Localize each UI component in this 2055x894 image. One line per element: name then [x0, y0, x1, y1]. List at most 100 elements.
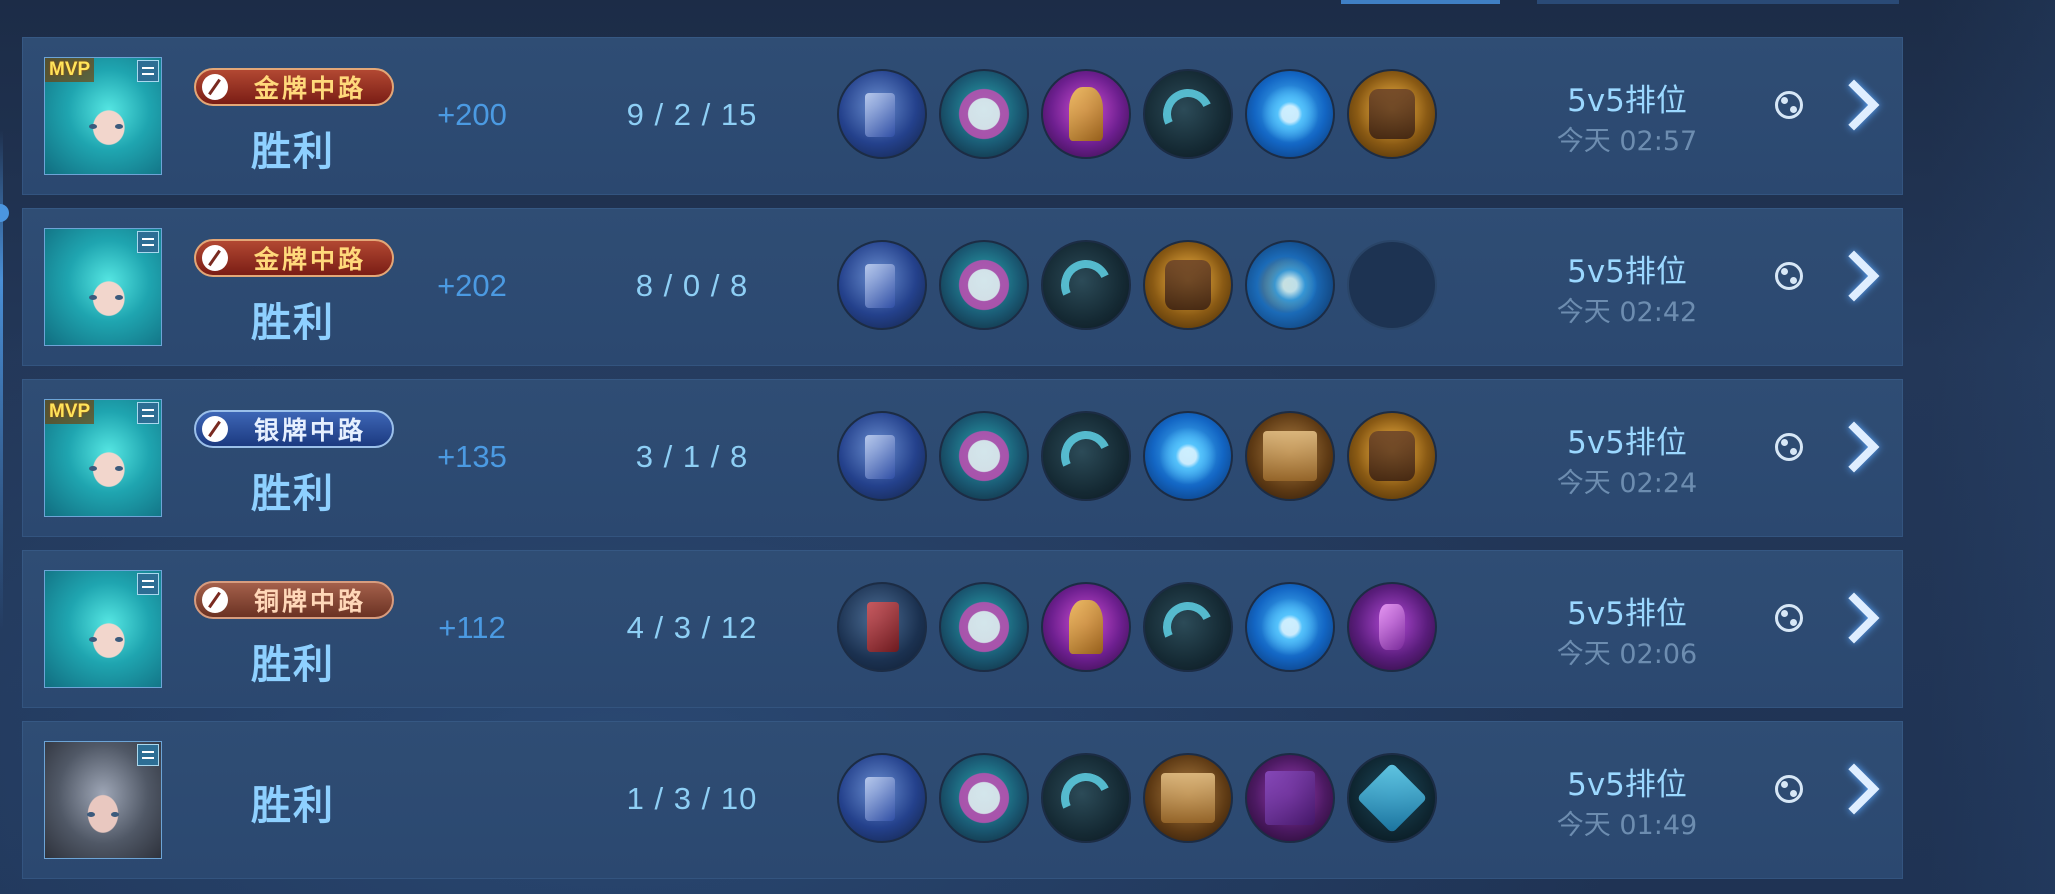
position-rank-label: 金牌中路	[253, 74, 366, 103]
avatar-eye	[115, 295, 123, 300]
avatar-eye	[87, 812, 95, 817]
replay-icon[interactable]	[1775, 775, 1803, 803]
match-row[interactable]: 金牌中路 胜利 +202 8 / 0 / 8 5v5排位 今天 02:42	[22, 208, 1903, 366]
chevron-right-icon[interactable]	[1828, 250, 1880, 302]
mvp-badge: MVP	[45, 58, 95, 82]
kda-score: 8 / 0 / 8	[635, 268, 749, 303]
match-row[interactable]: 胜利 1 / 3 / 10 5v5排位 今天 01:49	[22, 721, 1903, 879]
position-rank-label: 铜牌中路	[253, 587, 366, 616]
wand-item-icon[interactable]	[1347, 582, 1437, 672]
chevron-right-icon[interactable]	[1828, 79, 1880, 131]
match-row[interactable]: MVP 金牌中路 胜利 +200 9 / 2 / 15 5v5排位 今天 02:…	[22, 37, 1903, 195]
spellbook-item-icon[interactable]	[1245, 753, 1335, 843]
chevron-right-icon[interactable]	[1828, 421, 1880, 473]
rune-item-icon[interactable]	[1347, 753, 1437, 843]
match-row[interactable]: MVP 银牌中路 胜利 +135 3 / 1 / 8 5v5排位 今天 02:2…	[22, 379, 1903, 537]
match-result: 胜利	[251, 300, 335, 346]
red-boots-item-icon[interactable]	[837, 582, 927, 672]
position-rank-badge: 铜牌中路	[194, 581, 394, 619]
hero-avatar	[44, 741, 162, 859]
position-rank-badge: 金牌中路	[194, 239, 394, 277]
avatar-eye	[115, 124, 123, 129]
game-mode: 5v5排位	[1567, 767, 1687, 803]
item-build	[837, 240, 1437, 330]
mask-item-icon[interactable]	[939, 411, 1029, 501]
avatar-eye	[89, 637, 97, 642]
rank-points-change: +200	[437, 97, 507, 132]
top-tab-indicator	[1537, 0, 1899, 4]
match-result: 胜利	[251, 642, 335, 688]
shield-item-icon[interactable]	[1143, 240, 1233, 330]
avatar-eye	[89, 124, 97, 129]
match-time: 今天 02:42	[1556, 297, 1698, 328]
chevron-right-icon[interactable]	[1828, 763, 1880, 815]
position-rank-label: 银牌中路	[253, 416, 366, 445]
rank-icon	[137, 573, 159, 595]
game-mode: 5v5排位	[1567, 596, 1687, 632]
avatar-eye	[115, 637, 123, 642]
match-row[interactable]: 铜牌中路 胜利 +112 4 / 3 / 12 5v5排位 今天 02:06	[22, 550, 1903, 708]
right-edge-background	[1930, 0, 2055, 894]
replay-icon[interactable]	[1775, 262, 1803, 290]
axe-item-icon[interactable]	[1143, 69, 1233, 159]
serpent-item-icon[interactable]	[1041, 582, 1131, 672]
item-build	[837, 753, 1437, 843]
match-time: 今天 01:49	[1556, 810, 1698, 841]
replay-icon[interactable]	[1775, 91, 1803, 119]
rank-icon	[137, 402, 159, 424]
replay-icon[interactable]	[1775, 604, 1803, 632]
item-build	[837, 582, 1437, 672]
boots-item-icon[interactable]	[837, 69, 927, 159]
game-mode: 5v5排位	[1567, 83, 1687, 119]
match-time: 今天 02:57	[1556, 126, 1698, 157]
axe-item-icon[interactable]	[1041, 411, 1131, 501]
avatar-eye	[89, 466, 97, 471]
sword-icon	[202, 74, 228, 100]
empty-item-slot	[1347, 240, 1437, 330]
axe-item-icon[interactable]	[1041, 753, 1131, 843]
hero-avatar: MVP	[44, 57, 162, 175]
hero-avatar	[44, 570, 162, 688]
match-result: 胜利	[251, 129, 335, 175]
mask-item-icon[interactable]	[939, 240, 1029, 330]
serpent-item-icon[interactable]	[1041, 69, 1131, 159]
mask-item-icon[interactable]	[939, 753, 1029, 843]
mvp-badge: MVP	[45, 400, 95, 424]
sword-icon	[202, 587, 228, 613]
mask-item-icon[interactable]	[939, 69, 1029, 159]
tome-item-icon[interactable]	[1143, 753, 1233, 843]
match-result: 胜利	[251, 471, 335, 517]
axe-item-icon[interactable]	[1041, 240, 1131, 330]
kda-score: 3 / 1 / 8	[635, 439, 749, 474]
orb-item-icon[interactable]	[1245, 582, 1335, 672]
rank-points-change: +202	[437, 268, 507, 303]
axe-item-icon[interactable]	[1143, 582, 1233, 672]
boots-item-icon[interactable]	[837, 240, 927, 330]
mask-item-icon[interactable]	[939, 582, 1029, 672]
orb2-item-icon[interactable]	[1245, 240, 1335, 330]
top-tab-active-indicator	[1341, 0, 1500, 4]
position-rank-label: 金牌中路	[253, 245, 366, 274]
game-mode: 5v5排位	[1567, 254, 1687, 290]
sword-icon	[202, 245, 228, 271]
rank-icon	[137, 60, 159, 82]
avatar-eye	[111, 812, 119, 817]
rank-points-change: +135	[437, 439, 507, 474]
shield-item-icon[interactable]	[1347, 69, 1437, 159]
avatar-eye	[89, 295, 97, 300]
match-result: 胜利	[251, 783, 335, 829]
scroll-indicator	[0, 204, 9, 222]
rank-points-change: +112	[438, 610, 506, 645]
orb-item-icon[interactable]	[1245, 69, 1335, 159]
boots-item-icon[interactable]	[837, 753, 927, 843]
shield-item-icon[interactable]	[1347, 411, 1437, 501]
chevron-right-icon[interactable]	[1828, 592, 1880, 644]
boots-item-icon[interactable]	[837, 411, 927, 501]
replay-icon[interactable]	[1775, 433, 1803, 461]
match-time: 今天 02:24	[1556, 468, 1698, 499]
kda-score: 9 / 2 / 15	[626, 97, 758, 132]
tome-item-icon[interactable]	[1245, 411, 1335, 501]
orb-item-icon[interactable]	[1143, 411, 1233, 501]
sword-icon	[202, 416, 228, 442]
hero-avatar: MVP	[44, 399, 162, 517]
